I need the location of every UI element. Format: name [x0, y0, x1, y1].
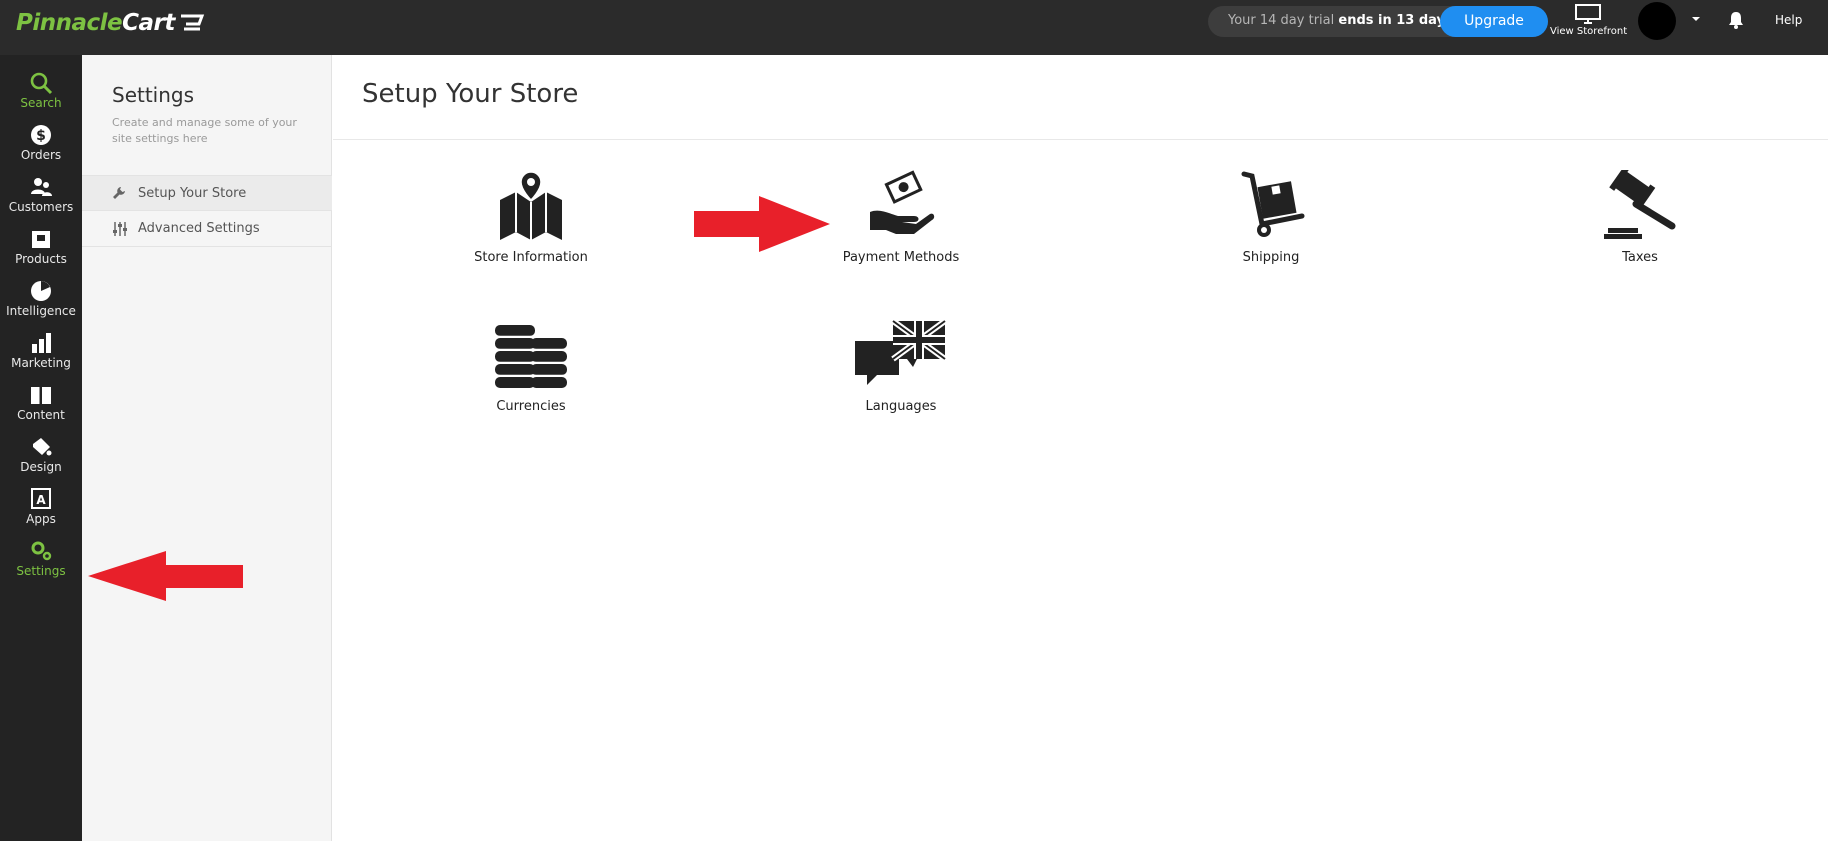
pie-chart-icon	[0, 278, 82, 304]
annotation-arrow-left-icon	[88, 551, 243, 601]
gears-icon	[0, 538, 82, 564]
nav-label-marketing: Marketing	[11, 356, 71, 370]
nav-label-customers: Customers	[8, 200, 74, 214]
nav-item-orders[interactable]: $ Orders	[0, 117, 82, 169]
title-divider	[333, 139, 1828, 140]
pinnaclecart-logo[interactable]: PinnacleCart	[16, 8, 206, 38]
money-hand-icon	[801, 170, 1001, 246]
nav-item-search[interactable]: Search	[0, 65, 82, 117]
logo-wordmark: PinnacleCart	[16, 10, 175, 36]
wrench-icon	[113, 187, 125, 199]
search-icon	[0, 70, 82, 96]
hand-truck-icon	[1171, 170, 1371, 246]
tile-label: Store Information	[474, 250, 588, 265]
tile-languages[interactable]: Languages	[801, 319, 1001, 439]
settings-menu-setup-your-store[interactable]: Setup Your Store	[82, 175, 332, 211]
logo-cart-icon	[180, 14, 205, 31]
settings-menu-label: Setup Your Store	[138, 186, 247, 201]
tile-shipping[interactable]: Shipping	[1171, 170, 1371, 290]
tile-label: Languages	[865, 399, 937, 414]
book-icon	[0, 382, 82, 408]
products-icon	[0, 226, 82, 252]
nav-item-marketing[interactable]: Marketing	[0, 325, 82, 377]
nav-label-products: Products	[15, 252, 67, 266]
annotation-arrow-right-icon	[694, 196, 830, 252]
bar-chart-icon	[0, 330, 82, 356]
nav-label-orders: Orders	[20, 148, 62, 162]
nav-label-settings: Settings	[16, 564, 66, 578]
trial-pill: Your 14 day trial ends in 13 days Upgrad…	[1208, 6, 1548, 37]
nav-label-content: Content	[17, 408, 65, 422]
settings-panel-title: Settings	[112, 83, 195, 107]
dollar-icon: $	[0, 122, 82, 148]
tile-store-information[interactable]: Store Information	[431, 170, 631, 290]
sliders-icon	[113, 222, 127, 236]
map-pin-icon	[431, 170, 631, 246]
view-storefront-button[interactable]: View Storefront	[1550, 3, 1628, 43]
nav-label-apps: Apps	[26, 512, 56, 526]
page-title: Setup Your Store	[362, 79, 579, 109]
nav-item-products[interactable]: Products	[0, 221, 82, 273]
tile-label: Payment Methods	[842, 250, 960, 265]
tile-currencies[interactable]: Currencies	[431, 319, 631, 439]
nav-item-content[interactable]: Content	[0, 377, 82, 429]
tile-label: Taxes	[1622, 250, 1658, 265]
help-link[interactable]: Help	[1775, 13, 1802, 27]
users-icon	[0, 174, 82, 200]
settings-panel-description: Create and manage some of your site sett…	[112, 116, 297, 145]
nav-label-search: Search	[20, 96, 62, 110]
gavel-icon	[1540, 170, 1740, 246]
trial-status-text: Your 14 day trial ends in 13 days	[1228, 13, 1453, 28]
tile-taxes[interactable]: Taxes	[1540, 170, 1740, 290]
top-bar: PinnacleCart Your 14 day trial ends in 1…	[0, 0, 1828, 55]
apps-icon: A	[0, 486, 82, 512]
nav-item-intelligence[interactable]: Intelligence	[0, 273, 82, 325]
view-storefront-label: View Storefront	[1550, 26, 1628, 37]
svg-text:$: $	[36, 128, 46, 144]
coin-stacks-icon	[431, 319, 631, 395]
monitor-icon	[1575, 4, 1601, 24]
settings-menu-advanced-settings[interactable]: Advanced Settings	[82, 211, 332, 247]
avatar[interactable]	[1638, 2, 1676, 40]
nav-label-intelligence: Intelligence	[6, 304, 76, 318]
svg-text:A: A	[36, 493, 46, 507]
notifications-bell-icon[interactable]	[1727, 10, 1745, 30]
speech-flag-icon	[801, 319, 1001, 395]
nav-item-customers[interactable]: Customers	[0, 169, 82, 221]
nav-item-apps[interactable]: A Apps	[0, 481, 82, 533]
settings-menu-label: Advanced Settings	[138, 221, 260, 236]
nav-label-design: Design	[20, 460, 62, 474]
tile-payment-methods[interactable]: Payment Methods	[801, 170, 1001, 290]
paint-bucket-icon	[0, 434, 82, 460]
upgrade-button[interactable]: Upgrade	[1440, 6, 1548, 37]
tile-label: Shipping	[1242, 250, 1300, 265]
tile-label: Currencies	[496, 399, 566, 414]
main-content: Setup Your Store Store Information Payme…	[333, 55, 1828, 841]
settings-panel: Settings Create and manage some of your …	[82, 55, 332, 841]
left-navigation: Search $ Orders Customers Products Intel…	[0, 55, 82, 841]
account-dropdown-caret-icon[interactable]	[1692, 17, 1700, 21]
nav-item-design[interactable]: Design	[0, 429, 82, 481]
nav-item-settings[interactable]: Settings	[0, 533, 82, 585]
